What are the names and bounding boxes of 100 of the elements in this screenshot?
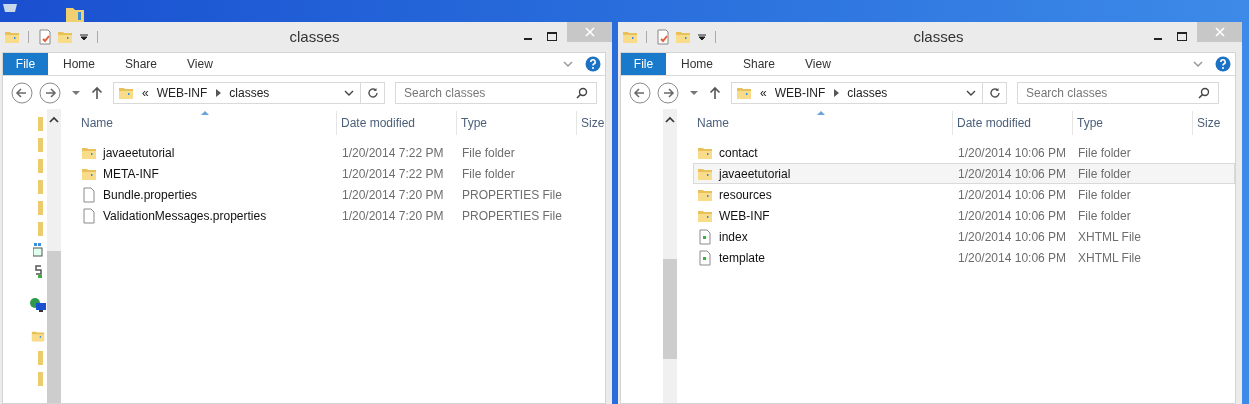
app-icon[interactable]: [33, 243, 43, 257]
help-icon[interactable]: [585, 56, 601, 72]
file-name: Bundle.properties: [103, 186, 198, 204]
scroll-up-icon[interactable]: [665, 115, 675, 125]
ribbon-tab[interactable]: View: [790, 53, 846, 75]
breadcrumb-arrow-icon[interactable]: [833, 88, 840, 97]
overflow-chevron[interactable]: «: [760, 83, 767, 102]
refresh-icon[interactable]: [366, 86, 379, 99]
date-modified: 1/20/2014 10:06 PM: [957, 228, 1068, 246]
search-icon[interactable]: [576, 86, 588, 99]
folder-icon[interactable]: [66, 6, 84, 22]
search-field[interactable]: Search classes: [395, 81, 597, 104]
column-header[interactable]: Type: [1073, 111, 1193, 135]
scrollbar-thumb[interactable]: [47, 251, 61, 403]
caret-icon[interactable]: [697, 32, 707, 42]
chevron-icon[interactable]: [1193, 59, 1203, 69]
forward-icon[interactable]: [657, 81, 679, 104]
recycle-bin-icon[interactable]: [2, 4, 18, 12]
network-drive-icon[interactable]: [33, 264, 43, 278]
ribbon-tab[interactable]: Home: [666, 53, 728, 75]
file-type: File folder: [461, 165, 516, 183]
sort-arrow-icon[interactable]: [201, 111, 209, 115]
overflow-chevron[interactable]: «: [142, 83, 149, 102]
column-header[interactable]: Date modified: [953, 111, 1073, 135]
back-icon[interactable]: [11, 81, 33, 104]
file-name: index: [719, 228, 748, 246]
column-header[interactable]: Date modified: [337, 111, 457, 135]
ribbon-tab[interactable]: Home: [48, 53, 110, 75]
breadcrumb[interactable]: classes: [229, 83, 270, 102]
scrollbar[interactable]: [663, 109, 677, 403]
file-name: resources: [719, 186, 772, 204]
up-arrow-icon[interactable]: [709, 85, 721, 100]
file-row[interactable]: WEB-INF 1/20/2014 10:06 PM File folder: [693, 205, 1235, 226]
column-header[interactable]: Name: [77, 111, 337, 135]
date-modified: 1/20/2014 10:06 PM: [957, 207, 1068, 225]
date-modified: 1/20/2014 10:06 PM: [957, 165, 1068, 183]
ribbon-tab[interactable]: Share: [728, 53, 791, 75]
maximize-icon[interactable]: [1177, 32, 1187, 42]
file-row[interactable]: META-INF 1/20/2014 7:22 PM File folder: [77, 163, 617, 184]
breadcrumb-arrow-icon[interactable]: [215, 88, 222, 97]
file-row[interactable]: javaeetutorial 1/20/2014 10:06 PM File folder: [693, 163, 1235, 184]
file-tab[interactable]: File: [3, 53, 48, 75]
file-name: javaeetutorial: [103, 144, 175, 162]
file-name: WEB-INF: [719, 207, 770, 225]
address-bar[interactable]: « WEB-INF classes: [113, 81, 385, 104]
column-header[interactable]: Size: [1193, 111, 1233, 135]
file-row[interactable]: resources 1/20/2014 10:06 PM File folder: [693, 184, 1235, 205]
file-type: PROPERTIES File: [461, 186, 563, 204]
file-name: META-INF: [103, 165, 159, 183]
back-icon[interactable]: [629, 81, 651, 104]
date-modified: 1/20/2014 7:22 PM: [341, 165, 445, 183]
date-modified: 1/20/2014 10:06 PM: [957, 186, 1068, 204]
properties-icon[interactable]: [37, 29, 53, 45]
ribbon-tab[interactable]: View: [172, 53, 228, 75]
search-icon[interactable]: [1198, 86, 1210, 99]
file-row[interactable]: index 1/20/2014 10:06 PM XHTML File: [693, 226, 1235, 247]
refresh-icon[interactable]: [988, 86, 1001, 99]
breadcrumb[interactable]: WEB-INF: [156, 83, 208, 102]
file-type: XHTML File: [1077, 249, 1142, 267]
close-icon: [1214, 27, 1225, 37]
scroll-up-icon[interactable]: [49, 115, 59, 125]
folder-icon: [4, 29, 20, 45]
breadcrumb[interactable]: classes: [847, 83, 888, 102]
file-name: contact: [719, 144, 758, 162]
column-header[interactable]: Size: [577, 111, 617, 135]
file-row[interactable]: contact 1/20/2014 10:06 PM File folder: [693, 142, 1235, 163]
search-input[interactable]: Search classes: [1026, 83, 1198, 102]
new-folder-icon: [57, 29, 73, 45]
column-header[interactable]: Name: [693, 111, 953, 135]
maximize-icon[interactable]: [547, 32, 557, 42]
forward-icon[interactable]: [39, 81, 61, 104]
caret-icon[interactable]: [79, 32, 89, 42]
date-modified: 1/20/2014 7:22 PM: [341, 144, 445, 162]
address-bar[interactable]: « WEB-INF classes: [731, 81, 1007, 104]
search-field[interactable]: Search classes: [1017, 81, 1219, 104]
file-type: XHTML File: [1077, 228, 1142, 246]
file-name: javaeetutorial: [719, 165, 791, 183]
chevron-icon[interactable]: [563, 59, 573, 69]
window-title: classes: [289, 26, 340, 47]
folder-icon: [622, 29, 638, 45]
column-header[interactable]: Type: [457, 111, 577, 135]
file-tab[interactable]: File: [621, 53, 666, 75]
scrollbar[interactable]: [47, 109, 61, 403]
help-icon[interactable]: [1215, 56, 1231, 72]
up-arrow-icon[interactable]: [91, 85, 103, 100]
close-icon: [584, 27, 595, 37]
sort-arrow-icon[interactable]: [817, 111, 825, 115]
properties-icon[interactable]: [655, 29, 671, 45]
ribbon-tab[interactable]: Share: [110, 53, 173, 75]
breadcrumb[interactable]: WEB-INF: [774, 83, 826, 102]
network-icon[interactable]: [29, 297, 47, 313]
file-type: File folder: [1077, 186, 1132, 204]
document-icon: [81, 186, 97, 203]
file-type: File folder: [1077, 207, 1132, 225]
file-row[interactable]: Bundle.properties 1/20/2014 7:20 PM PROPERTIES File: [77, 184, 617, 205]
file-row[interactable]: ValidationMessages.properties 1/20/2014 7:20 PM PROPERTIES File: [77, 205, 617, 226]
scrollbar-thumb[interactable]: [663, 259, 677, 359]
file-row[interactable]: javaeetutorial 1/20/2014 7:22 PM File folder: [77, 142, 617, 163]
search-input[interactable]: Search classes: [404, 83, 576, 102]
file-row[interactable]: template 1/20/2014 10:06 PM XHTML File: [693, 247, 1235, 268]
